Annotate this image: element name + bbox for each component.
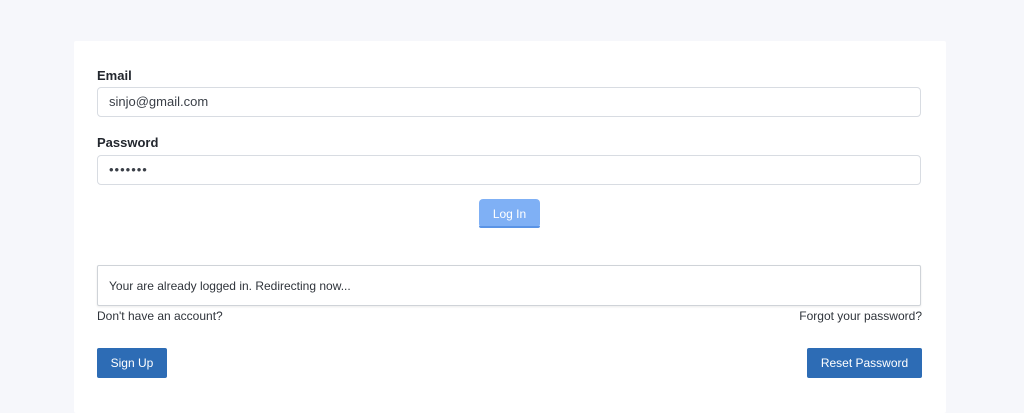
no-account-text: Don't have an account?	[97, 309, 223, 323]
email-input-value: sinjo@gmail.com	[109, 94, 209, 109]
forgot-password-text: Forgot your password?	[799, 309, 922, 323]
login-button[interactable]: Log In	[479, 199, 540, 228]
password-input-value: •••••••	[109, 162, 148, 177]
reset-password-button[interactable]: Reset Password	[807, 348, 922, 378]
login-card: Email sinjo@gmail.com Password ••••••• L…	[74, 41, 946, 413]
email-input[interactable]: sinjo@gmail.com	[97, 87, 921, 117]
password-input[interactable]: •••••••	[97, 155, 921, 185]
status-message-text: Your are already logged in. Redirecting …	[109, 279, 351, 293]
email-label: Email	[97, 68, 132, 83]
status-message: Your are already logged in. Redirecting …	[97, 265, 921, 306]
password-label: Password	[97, 135, 159, 150]
sign-up-button[interactable]: Sign Up	[97, 348, 167, 378]
